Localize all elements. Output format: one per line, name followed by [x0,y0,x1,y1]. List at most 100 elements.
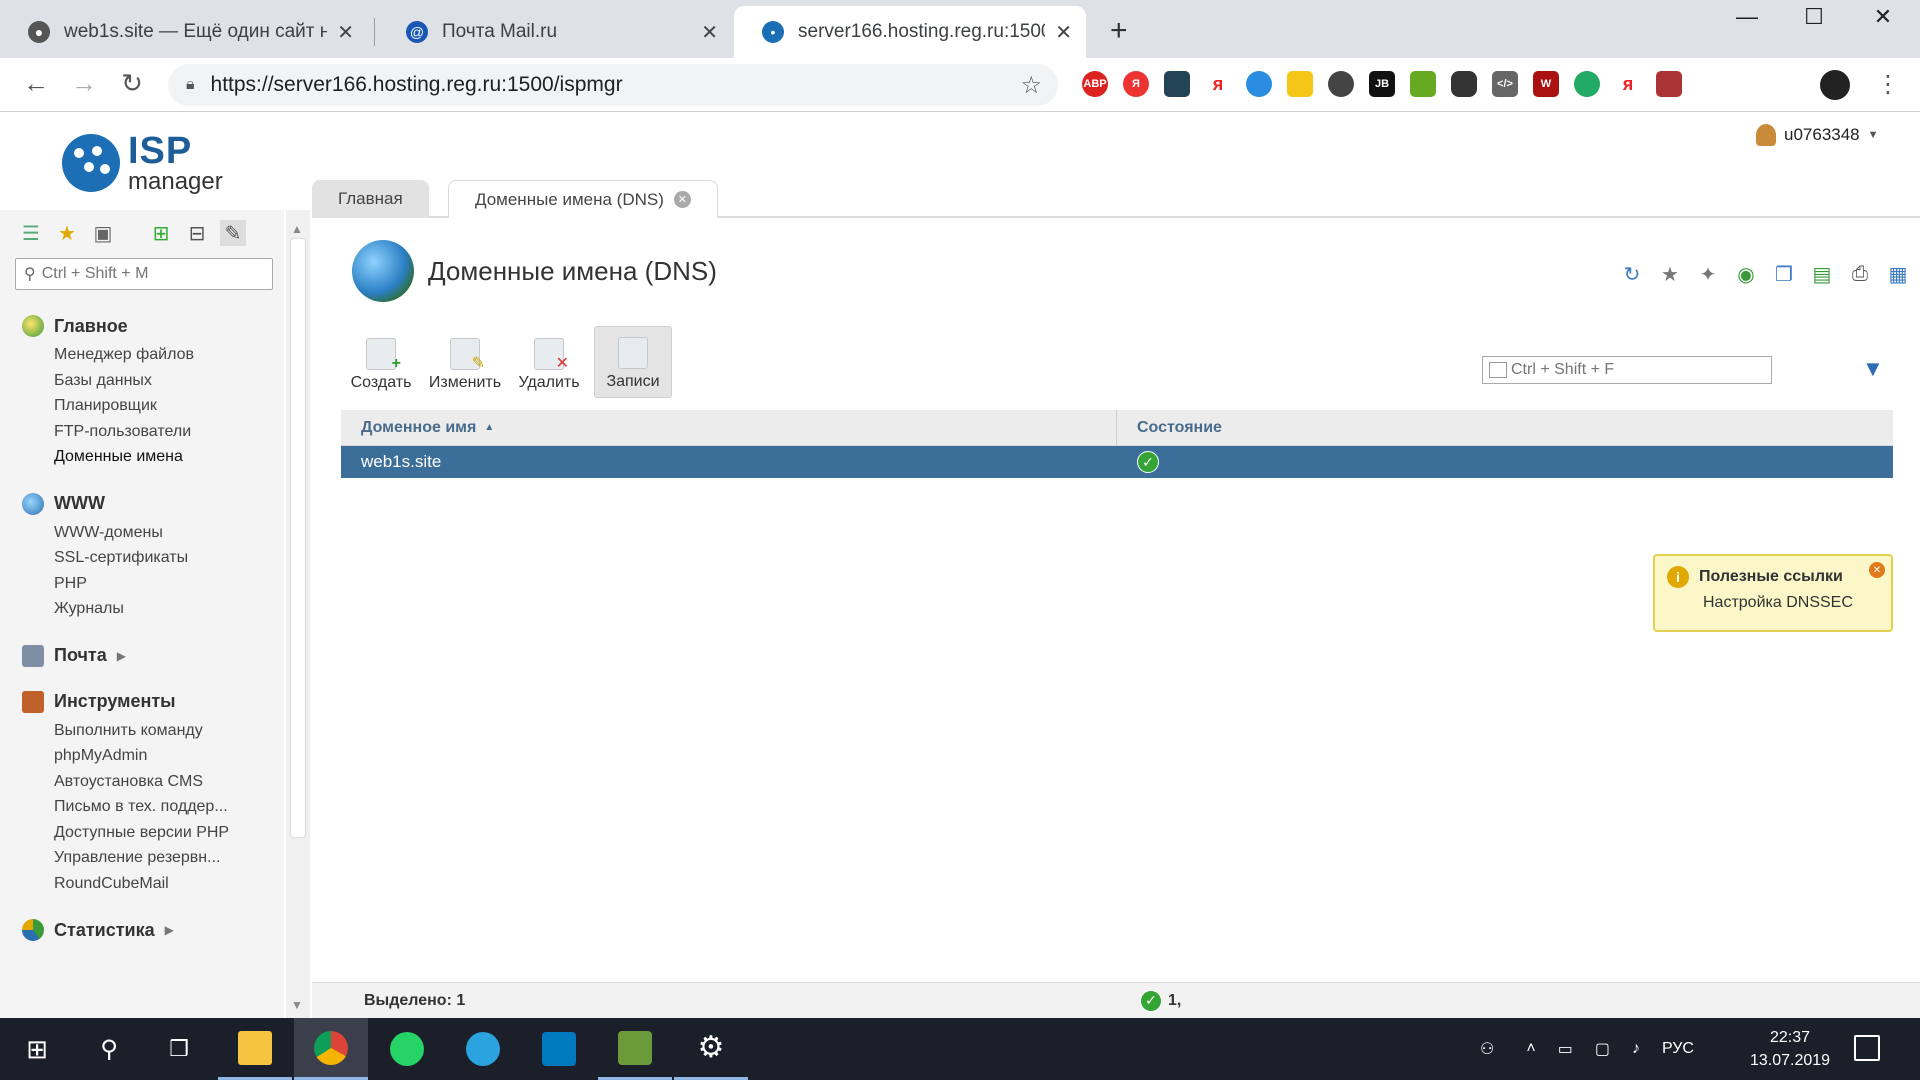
back-arrow-icon[interactable]: ← [18,68,54,99]
scroll-thumb[interactable] [290,238,306,838]
new-tab-button[interactable]: + [1110,14,1128,48]
menu-tree-icon[interactable]: ☰ [18,220,44,246]
incognito-icon[interactable] [1451,71,1477,97]
menu-group-header[interactable]: Главное [0,310,284,342]
close-icon[interactable]: ✕ [1055,20,1072,45]
collapse-all-icon[interactable]: ⊟ [184,220,210,246]
chart-extension-icon[interactable] [1410,71,1436,97]
notification-icon[interactable] [1854,1035,1880,1061]
sidebar-scrollbar[interactable]: ▲ ▼ [286,210,310,1018]
column-domain-name[interactable]: Доменное имя ▲ [341,410,1117,445]
volume-icon[interactable]: ♪ [1632,1040,1640,1058]
pin-icon[interactable]: ✦ [1696,262,1720,286]
trello-button[interactable] [522,1018,596,1080]
sidebar-item-domain-names[interactable]: Доменные имена [0,444,240,470]
sidebar-item-logs[interactable]: Журналы [0,596,240,622]
language-indicator[interactable]: РУС [1662,1040,1694,1058]
note-icon[interactable] [1287,71,1313,97]
sidebar-item-scheduler[interactable]: Планировщик [0,393,240,419]
records-button[interactable]: Записи [594,326,672,398]
minimize-icon[interactable]: — [1727,4,1767,30]
sidebar-item-backup[interactable]: Управление резервн... [0,845,240,871]
clipboard-icon[interactable]: ▣ [90,220,116,246]
user-menu[interactable]: u0763348 ▼ [1756,124,1879,146]
settings-button[interactable]: ⚙ [674,1018,748,1080]
ispmanager-logo[interactable]: ISP manager [62,130,232,200]
battery-icon[interactable]: ▭ [1558,1039,1573,1059]
filter-icon[interactable]: ▼ [1862,356,1884,382]
pin-icon[interactable]: ✎ [220,220,246,246]
chrome-button[interactable] [294,1018,368,1080]
close-icon[interactable]: ✕ [701,20,718,45]
clock[interactable]: 22:37 13.07.2019 [1745,1026,1835,1072]
export-icon[interactable]: ▤ [1810,262,1834,286]
scroll-up-icon[interactable]: ▲ [291,222,303,236]
refresh-icon[interactable]: ↻ [1620,262,1644,286]
sidebar-item-ftp-users[interactable]: FTP-пользователи [0,419,240,445]
tab-domain-names[interactable]: Доменные имена (DNS) ✕ [448,180,718,218]
browser-tab-ispmgr[interactable]: • server166.hosting.reg.ru:1500 ✕ [734,6,1086,58]
window-close-icon[interactable]: ✕ [1863,4,1903,30]
telegram-button[interactable] [446,1018,520,1080]
sidebar-item-run-command[interactable]: Выполнить команду [0,718,240,744]
expand-all-icon[interactable]: ⊞ [148,220,174,246]
print-icon[interactable]: ⎙ [1848,262,1872,286]
menu-group-header[interactable]: Статистика ▶ [0,914,284,946]
sidebar-item-php[interactable]: PHP [0,571,240,597]
favorites-star-icon[interactable]: ★ [54,220,80,246]
sidebar-item-databases[interactable]: Базы данных [0,368,240,394]
code-icon[interactable]: </> [1492,71,1518,97]
bookmark-star-icon[interactable]: ☆ [1020,71,1042,100]
more-menu-icon[interactable]: ⋮ [1876,70,1900,99]
forward-arrow-icon[interactable]: → [66,68,102,99]
address-bar[interactable]: 🔒︎ https://server166.hosting.reg.ru:1500… [168,64,1058,106]
sidebar-item-php-versions[interactable]: Доступные версии PHP [0,820,240,846]
task-view-button[interactable]: ❒ [142,1018,216,1080]
dnssec-link[interactable]: Настройка DNSSEC [1703,594,1853,612]
sidebar-item-cms-install[interactable]: Автоустановка CMS [0,769,240,795]
favorite-star-icon[interactable]: ★ [1658,262,1682,286]
sidebar-item-file-manager[interactable]: Менеджер файлов [0,342,240,368]
yandex-small-icon[interactable]: я [1615,71,1641,97]
menu-group-header[interactable]: WWW [0,488,284,520]
profile-avatar[interactable] [1820,70,1850,100]
sidebar-item-phpmyadmin[interactable]: phpMyAdmin [0,743,240,769]
office-icon[interactable]: W [1533,71,1559,97]
delete-button[interactable]: ✕ Удалить [510,326,588,398]
explorer-button[interactable] [218,1018,292,1080]
people-icon[interactable]: ⚇ [1480,1039,1494,1059]
close-panel-icon[interactable]: ✕ [1869,562,1885,578]
jetbrains-icon[interactable]: JB [1369,71,1395,97]
search-button[interactable]: ⚲ [72,1018,146,1080]
globe-extension-icon[interactable] [1574,71,1600,97]
tab-close-icon[interactable]: ✕ [673,191,691,208]
start-button[interactable]: ⊞ [0,1018,74,1080]
maximize-icon[interactable]: ☐ [1794,4,1834,30]
globe-help-icon[interactable]: ◉ [1734,262,1758,286]
sidebar-item-ssl[interactable]: SSL-сертификаты [0,545,240,571]
edit-button[interactable]: ✎ Изменить [426,326,504,398]
sidebar-item-support-letter[interactable]: Письмо в тех. поддер... [0,794,240,820]
yandex-small-icon[interactable]: я [1205,71,1231,97]
tab-main[interactable]: Главная [312,180,429,218]
close-icon[interactable]: ✕ [337,20,354,45]
reload-icon[interactable]: ↻ [114,68,150,99]
pdf-icon[interactable] [1656,71,1682,97]
menu-group-header[interactable]: Почта ▶ [0,640,284,672]
drive-icon[interactable] [1164,71,1190,97]
browser-tab-web1s[interactable]: ● web1s.site — Ещё один сайт на ✕ [0,6,368,58]
menu-search-input[interactable] [41,265,252,283]
sidebar-item-www-domains[interactable]: WWW-домены [0,520,240,546]
adblock-icon[interactable]: ABP [1082,71,1108,97]
gear-extension-icon[interactable] [1328,71,1354,97]
browser-tab-mail[interactable]: @ Почта Mail.ru ✕ [378,6,732,58]
menu-group-header[interactable]: Инструменты [0,686,284,718]
menu-search-field[interactable]: ⚲ [15,258,273,290]
table-settings-icon[interactable]: ▦ [1886,262,1910,286]
chevron-up-icon[interactable]: ˄ [1526,1040,1535,1058]
table-search-input[interactable] [1511,361,1761,379]
table-search-field[interactable] [1482,356,1772,384]
cloud-icon[interactable] [1246,71,1272,97]
table-row[interactable]: web1s.site ✓ [341,446,1893,478]
scroll-down-icon[interactable]: ▼ [291,998,303,1012]
